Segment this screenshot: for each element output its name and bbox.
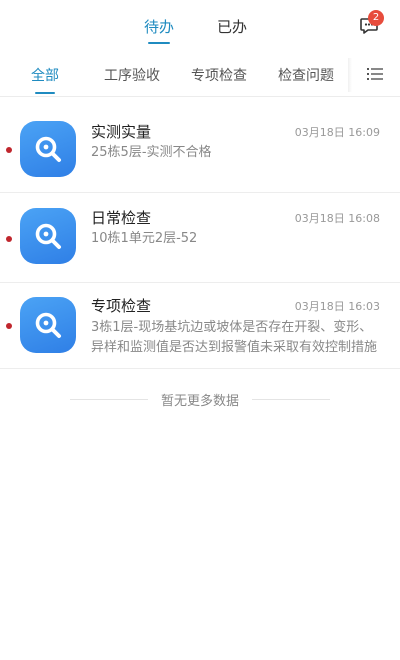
tab-done-label: 已办 [217,18,248,36]
subtab-inspection-issues[interactable]: 检查问题 [278,65,334,85]
subtab-all[interactable]: 全部 [31,65,59,94]
tab-pending[interactable]: 待办 [144,16,175,44]
task-description: 10栋1单元2层-52 [91,231,198,246]
subtab-inspection-issues-label: 检查问题 [278,68,334,84]
tab-pending-indicator [148,42,170,44]
task-time: 03月18日 16:08 [294,212,380,225]
task-item[interactable]: 实测实量 03月18日 16:09 25栋5层-实测不合格 [0,97,400,193]
task-description: 25栋5层-实测不合格 [91,145,212,160]
tab-pending-label: 待办 [144,18,175,36]
unread-dot [6,323,12,329]
top-header: 待办 已办 2 [0,0,400,50]
search-magnifier-icon [35,136,61,162]
message-count-badge: 2 [368,10,384,26]
task-time: 03月18日 16:09 [294,126,380,139]
subtab-all-label: 全部 [31,68,59,84]
category-tabs: 全部 工序验收 专项检查 检查问题 [0,54,400,97]
search-magnifier-icon [35,312,61,338]
subtab-process-acceptance[interactable]: 工序验收 [104,65,160,85]
tabs-fade-divider [348,58,352,92]
subtab-special-inspection-label: 专项检查 [191,68,247,84]
task-type-icon [20,121,76,177]
task-description: 3栋1层-现场基坑边或坡体是否存在开裂、变形、异样和监测值是否达到报警值未采取有… [91,320,378,355]
subtab-process-acceptance-label: 工序验收 [104,68,160,84]
task-item[interactable]: 日常检查 03月18日 16:08 10栋1单元2层-52 [0,193,400,283]
task-type-icon [20,208,76,264]
tab-done[interactable]: 已办 [217,16,247,37]
task-list: 实测实量 03月18日 16:09 25栋5层-实测不合格 日常检查 03月18… [0,97,400,369]
task-type-icon [20,297,76,353]
task-time: 03月18日 16:03 [294,300,380,313]
app-root: 待办 已办 2 全部 工序验收 专项检查 检查问题 实测实量 03月18日 16… [0,0,400,660]
subtab-all-indicator [35,92,55,94]
list-menu-icon [367,68,383,80]
task-title: 实测实量 [91,123,152,141]
no-more-data-note: 暂无更多数据 [70,388,330,410]
unread-dot [6,147,12,153]
task-title: 专项检查 [91,297,152,315]
unread-dot [6,236,12,242]
more-categories-button[interactable] [366,66,384,82]
no-more-line-right [252,399,330,400]
message-button[interactable]: 2 [359,10,384,36]
subtab-special-inspection[interactable]: 专项检查 [191,65,247,85]
search-magnifier-icon [35,223,61,249]
task-title: 日常检查 [91,209,152,227]
task-item[interactable]: 专项检查 03月18日 16:03 3栋1层-现场基坑边或坡体是否存在开裂、变形… [0,283,400,369]
